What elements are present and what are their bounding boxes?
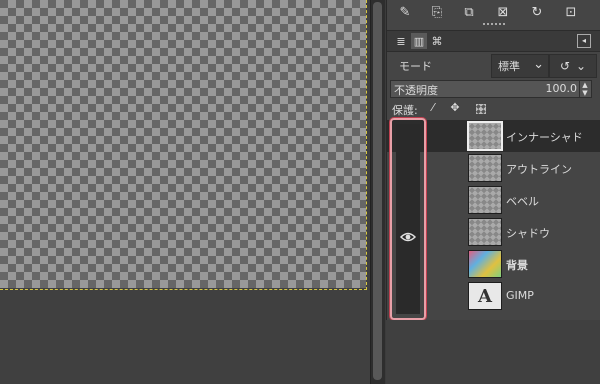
lock-alpha-icon[interactable] — [476, 104, 486, 114]
chevron-down-icon: ⌄ — [533, 57, 544, 72]
dock-grip[interactable] — [483, 23, 505, 29]
mode-select[interactable]: 標準 ⌄ — [491, 54, 549, 78]
layer-name[interactable]: アウトライン — [506, 161, 572, 177]
channels-tab-icon[interactable]: ▥ — [411, 33, 427, 49]
scrollbar-thumb[interactable] — [373, 2, 382, 380]
layer-thumbnail — [468, 218, 502, 246]
lock-label: 保護: — [392, 104, 418, 117]
dock-menu-icon[interactable]: ◂ — [577, 34, 591, 48]
edit-icon[interactable]: ✎ — [395, 2, 415, 22]
vertical-scrollbar[interactable] — [370, 0, 385, 384]
layer-thumbnail — [468, 250, 502, 278]
mode-label: モード — [399, 60, 432, 73]
layers-tab-icon[interactable]: ≣ — [393, 33, 409, 49]
chevron-down-icon: ⌄ — [576, 59, 587, 73]
opacity-label: 不透明度 — [394, 84, 438, 97]
eye-icon[interactable] — [400, 230, 416, 244]
image-canvas[interactable] — [0, 0, 366, 288]
paths-tab-icon[interactable]: ⌘ — [429, 33, 445, 49]
opacity-spinner[interactable]: ▲ ▼ — [579, 81, 590, 97]
layer-name[interactable]: ベベル — [506, 193, 539, 209]
mode-value: 標準 — [498, 60, 520, 73]
image-canvas-area[interactable] — [0, 0, 370, 384]
delete-icon[interactable]: ⊠ — [493, 2, 513, 22]
layer-thumbnail: A — [468, 282, 502, 310]
mode-reset-button[interactable]: ↺ ⌄ — [549, 54, 597, 78]
new-layer-icon[interactable]: ⎘ — [427, 2, 447, 22]
layer-name[interactable]: GIMP — [506, 289, 534, 302]
refresh-icon[interactable]: ↻ — [527, 2, 547, 22]
layer-thumbnail — [467, 121, 503, 151]
layer-name[interactable]: シャドウ — [506, 225, 550, 241]
canvas-boundary-bottom — [0, 289, 367, 290]
dock-tabs: ≣ ▥ ⌘ ◂ — [387, 30, 600, 52]
opacity-value: 100.0 — [545, 82, 578, 95]
visibility-column-inner[interactable] — [396, 124, 420, 314]
dock-empty-area — [386, 320, 600, 384]
layer-thumbnail — [468, 186, 502, 214]
mode-row: モード 標準 ⌄ ↺ ⌄ — [391, 54, 597, 78]
lock-position-icon[interactable]: ✥ — [448, 101, 462, 117]
lock-pixels-icon[interactable]: ⁄ — [426, 101, 440, 117]
layer-name[interactable]: インナーシャド — [506, 129, 583, 145]
layer-name[interactable]: 背景 — [506, 257, 528, 273]
reset-icon: ↺ — [559, 59, 570, 73]
lock-row: 保護: ⁄ ✥ — [390, 101, 590, 117]
visibility-column[interactable] — [390, 118, 426, 320]
save-icon[interactable]: ⊡ — [561, 2, 581, 22]
opacity-field[interactable]: 不透明度 100.0 ▲ ▼ — [390, 80, 592, 98]
text-layer-glyph: A — [478, 285, 492, 307]
layer-thumbnail — [468, 154, 502, 182]
duplicate-icon[interactable]: ⧉ — [459, 2, 479, 22]
canvas-boundary — [366, 0, 367, 290]
